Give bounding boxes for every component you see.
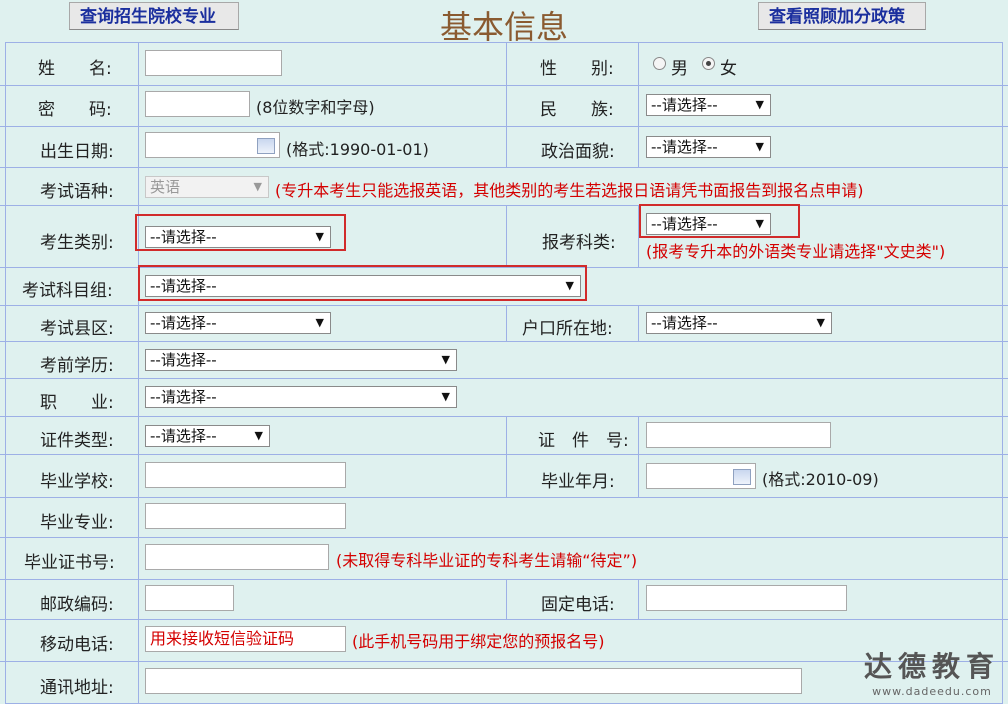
school-input[interactable]	[145, 462, 346, 488]
subject-group-select[interactable]: --请选择-- ▼	[145, 275, 581, 297]
grad-date-label: 毕业年月:	[541, 472, 615, 492]
cert-input[interactable]	[145, 544, 329, 570]
major-label: 毕业专业:	[40, 513, 114, 533]
ethnicity-select[interactable]: --请选择-- ▼	[646, 94, 771, 116]
chevron-down-icon: ▼	[441, 390, 450, 403]
column-divider	[506, 205, 507, 267]
subject-type-label: 报考科类:	[542, 233, 616, 253]
password-input[interactable]	[145, 91, 250, 117]
postal-label: 邮政编码:	[40, 595, 114, 615]
cert-note: (未取得专科毕业证的专科考生请输“待定”)	[336, 551, 638, 570]
idtype-label: 证件类型:	[40, 431, 114, 451]
county-label: 考试县区:	[40, 319, 114, 339]
county-select[interactable]: --请选择-- ▼	[145, 312, 331, 334]
phone-label: 固定电话:	[541, 595, 615, 615]
chevron-down-icon: ▼	[565, 279, 574, 292]
query-schools-button[interactable]: 查询招生院校专业	[69, 2, 239, 30]
header-bar: 基本信息 查询招生院校专业 查看照顾加分政策	[0, 0, 1008, 46]
calendar-icon[interactable]	[257, 138, 275, 154]
chevron-down-icon: ▼	[441, 353, 450, 366]
address-input[interactable]	[145, 668, 802, 694]
mobile-placeholder: 用来接收短信验证码	[150, 629, 295, 648]
political-select-value: --请选择--	[651, 138, 718, 156]
gender-label: 性 别:	[540, 59, 614, 79]
birth-date-input[interactable]	[145, 132, 280, 158]
gender-female-radio[interactable]	[702, 57, 715, 70]
idno-input[interactable]	[646, 422, 831, 448]
job-label: 职 业:	[40, 393, 114, 413]
job-select-value: --请选择--	[150, 388, 217, 406]
language-label: 考试语种:	[40, 182, 114, 202]
chevron-down-icon: ▼	[755, 140, 764, 153]
mobile-label: 移动电话:	[40, 635, 114, 655]
column-divider	[138, 42, 139, 704]
category-select-value: --请选择--	[150, 228, 217, 246]
column-divider	[506, 305, 507, 342]
gender-male-label: 男	[671, 59, 688, 79]
hukou-select[interactable]: --请选择-- ▼	[646, 312, 832, 334]
cert-label: 毕业证书号:	[24, 553, 115, 573]
gender-male-radio[interactable]	[653, 57, 666, 70]
bonus-policy-button[interactable]: 查看照顾加分政策	[758, 2, 926, 30]
hukou-label: 户口所在地:	[522, 319, 613, 339]
chevron-down-icon: ▼	[254, 429, 263, 442]
column-divider	[506, 42, 507, 168]
idtype-select-value: --请选择--	[150, 427, 217, 445]
subject-type-note: (报考专升本的外语类专业请选择"文史类")	[646, 242, 946, 261]
chevron-down-icon: ▼	[253, 180, 262, 193]
column-divider	[506, 579, 507, 619]
chevron-down-icon: ▼	[755, 217, 764, 230]
mobile-note: (此手机号码用于绑定您的预报名号)	[352, 632, 605, 651]
column-divider	[638, 579, 639, 619]
education-label: 考前学历:	[40, 356, 114, 376]
chevron-down-icon: ▼	[755, 98, 764, 111]
address-label: 通讯地址:	[40, 678, 114, 698]
ethnicity-select-value: --请选择--	[651, 96, 718, 114]
watermark-url: www.dadeedu.com	[872, 685, 992, 698]
language-note: (专升本考生只能选报英语，其他类别的考生若选报日语请凭书面报告到报名点申请)	[275, 181, 864, 200]
column-divider	[638, 416, 639, 497]
grad-date-input[interactable]	[646, 463, 756, 489]
ethnicity-label: 民 族:	[540, 100, 614, 120]
language-select-value: 英语	[150, 178, 181, 196]
name-input[interactable]	[145, 50, 282, 76]
hukou-select-value: --请选择--	[651, 314, 718, 332]
chevron-down-icon: ▼	[315, 316, 324, 329]
idtype-select[interactable]: --请选择-- ▼	[145, 425, 270, 447]
mobile-input[interactable]: 用来接收短信验证码	[145, 626, 346, 652]
password-hint: (8位数字和字母)	[256, 98, 375, 117]
birth-label: 出生日期:	[40, 142, 114, 162]
political-label: 政治面貌:	[541, 142, 615, 162]
grad-date-hint: (格式:2010-09)	[762, 470, 879, 489]
column-divider	[638, 305, 639, 342]
watermark: 达德教育 www.dadeedu.com	[864, 645, 1000, 698]
password-label: 密 码:	[38, 100, 112, 120]
column-divider	[638, 42, 639, 168]
subject-type-select-value: --请选择--	[651, 215, 718, 233]
school-label: 毕业学校:	[40, 472, 114, 492]
idno-label: 证 件 号:	[538, 431, 629, 451]
watermark-brand: 达德教育	[863, 650, 1000, 683]
subject-group-label: 考试科目组:	[22, 281, 113, 301]
subject-type-select[interactable]: --请选择-- ▼	[646, 213, 771, 235]
postal-input[interactable]	[145, 585, 234, 611]
job-select[interactable]: --请选择-- ▼	[145, 386, 457, 408]
chevron-down-icon: ▼	[816, 316, 825, 329]
language-select[interactable]: 英语 ▼	[145, 176, 269, 198]
birth-hint: (格式:1990-01-01)	[286, 140, 429, 159]
subject-group-select-value: --请选择--	[150, 277, 217, 295]
name-label: 姓 名:	[38, 59, 112, 79]
major-input[interactable]	[145, 503, 346, 529]
political-select[interactable]: --请选择-- ▼	[646, 136, 771, 158]
gender-female-label: 女	[720, 59, 737, 79]
category-label: 考生类别:	[40, 233, 114, 253]
county-select-value: --请选择--	[150, 314, 217, 332]
category-select[interactable]: --请选择-- ▼	[145, 226, 331, 248]
education-select-value: --请选择--	[150, 351, 217, 369]
education-select[interactable]: --请选择-- ▼	[145, 349, 457, 371]
column-divider	[506, 416, 507, 497]
chevron-down-icon: ▼	[315, 230, 324, 243]
calendar-icon[interactable]	[733, 469, 751, 485]
phone-input[interactable]	[646, 585, 847, 611]
